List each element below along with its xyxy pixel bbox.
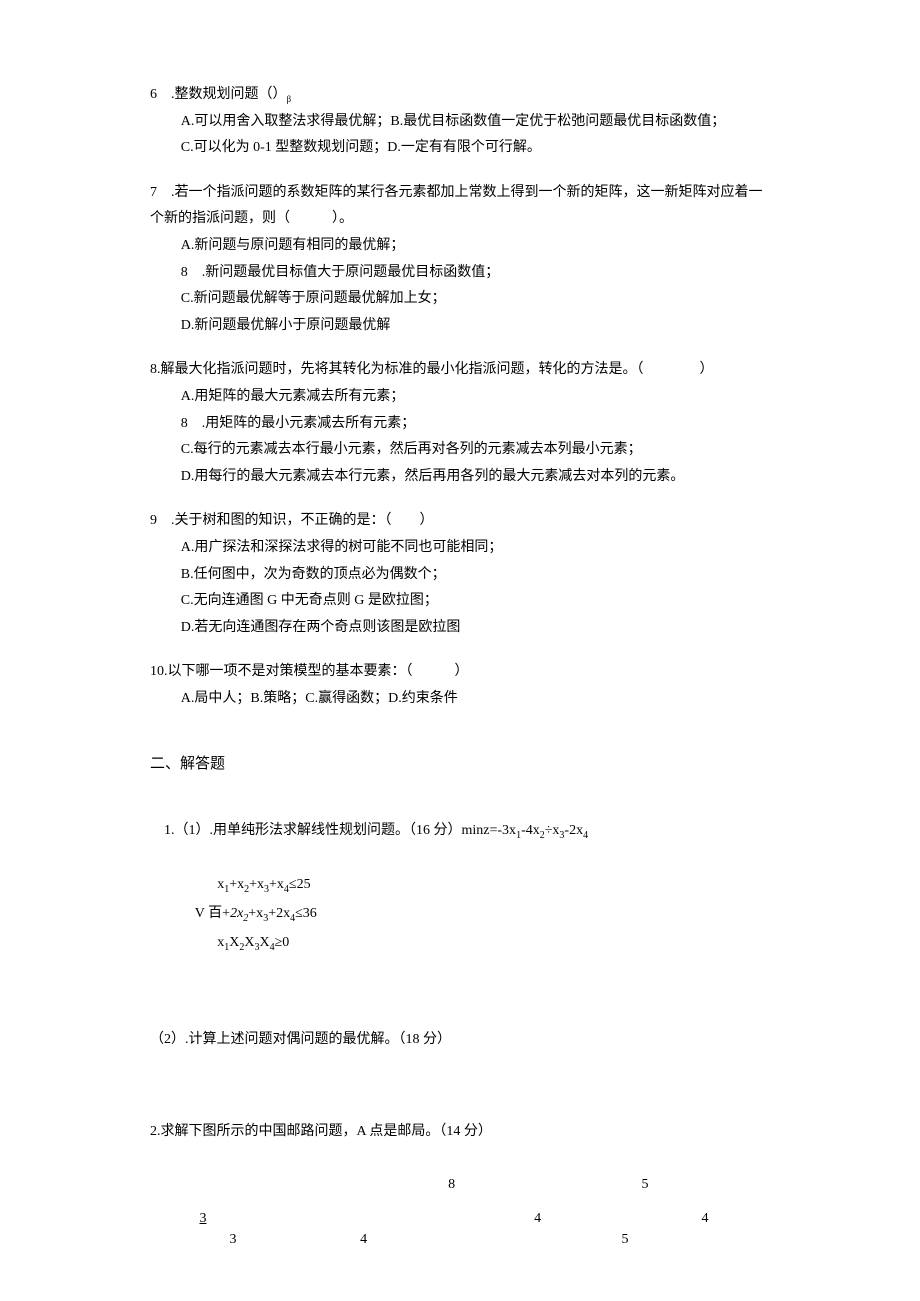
q8-opt-b: 8 .用矩阵的最小元素减去所有元素；: [150, 411, 770, 438]
c2b: 2: [230, 906, 237, 921]
c3c: X: [259, 935, 269, 950]
p1-m2: ÷x: [545, 823, 560, 838]
problem-1-1: 1.（1）.用单纯形法求解线性规划问题。（16 分）minz=-3x1-4x2÷…: [150, 791, 770, 957]
q8-opt-d: D.用每行的最大元素减去本行元素，然后再用各列的最大元素减去对本列的元素。: [150, 464, 770, 491]
c1b: +x: [229, 877, 244, 892]
c1c: +x: [249, 877, 264, 892]
g-r1-3: 5: [630, 1172, 660, 1199]
problem-1-2: （2）.计算上述问题对偶问题的最优解。（18 分）: [150, 1027, 770, 1054]
p1-constraint-1: x1+x2+x3+x4≤25: [150, 871, 770, 900]
q6-opt-a: A.可以用舍入取整法求得最优解；B.最优目标函数值一定优于松弛问题最优目标函数值…: [150, 109, 770, 136]
q9-opt-b: B.任何图中，次为奇数的顶点必为偶数个；: [150, 562, 770, 589]
c1e: ≤25: [289, 877, 311, 892]
c2a: V 百+: [195, 906, 230, 921]
p1-constraint-3: x1X2X3X4≥0: [150, 929, 770, 958]
p1-pre: 1.（1）.用单纯形法求解线性规划问题。（16 分）minz=-3x: [164, 823, 516, 838]
graph-row-1: 8 5: [150, 1172, 770, 1199]
p1-m3: -2x: [564, 823, 583, 838]
q10-stem: 10.以下哪一项不是对策模型的基本要素：（ ）: [150, 659, 770, 686]
q7-opt-b: 8 .新问题最优目标值大于原问题最优目标函数值；: [150, 260, 770, 287]
q9-opt-d: D.若无向连通图存在两个奇点则该图是欧拉图: [150, 615, 770, 642]
c3b: X: [244, 935, 254, 950]
q7-opt-d: D.新问题最优解小于原问题最优解: [150, 313, 770, 340]
p1-stem: 1.（1）.用单纯形法求解线性规划问题。（16 分）minz=-3x1-4x2÷…: [150, 791, 770, 871]
spacer: [150, 975, 770, 1027]
g-r2-0: 3: [188, 1206, 218, 1233]
q7-opt-a: A.新问题与原问题有相同的最优解；: [150, 233, 770, 260]
g-r2-2: 4: [523, 1206, 553, 1233]
g-r3-3: 5: [610, 1227, 640, 1254]
p1-constraint-2: V 百+2x2+x3+2x4≤36: [150, 900, 770, 929]
q6-stem: 6 .整数规划问题（）β: [150, 82, 770, 109]
c3a: X: [229, 935, 239, 950]
problem-2: 2.求解下图所示的中国邮路问题，A 点是邮局。（14 分）: [150, 1119, 770, 1146]
g-r3-1: 4: [349, 1227, 379, 1254]
question-9: 9 .关于树和图的知识，不正确的是：（ ） A.用广探法和深探法求得的树可能不同…: [150, 508, 770, 641]
graph-row-3: 3 4 5: [150, 1227, 770, 1254]
p1-s4: 4: [583, 829, 588, 840]
q6-opt-c: C.可以化为 0-1 型整数规划问题；D.一定有有限个可行解。: [150, 135, 770, 162]
graph-area: 8 5 3 4 4 3 4 5: [150, 1172, 770, 1232]
q7-stem: 7 .若一个指派问题的系数矩阵的某行各元素都加上常数上得到一个新的矩阵，这一新矩…: [150, 180, 770, 233]
c2e: +2x: [268, 906, 290, 921]
q6-stem-text: 6 .整数规划问题（）: [150, 87, 287, 102]
q9-opt-a: A.用广探法和深探法求得的树可能不同也可能相同；: [150, 535, 770, 562]
q8-stem: 8.解最大化指派问题时，先将其转化为标准的最小化指派问题，转化的方法是。（ ）: [150, 357, 770, 384]
c3d: ≥0: [275, 935, 290, 950]
g-r2-3: 4: [690, 1206, 720, 1233]
p1-m1: -4x: [521, 823, 540, 838]
section-2-title: 二、解答题: [150, 750, 770, 779]
q10-opt-a: A.局中人；B.策略；C.赢得函数；D.约束条件: [150, 686, 770, 713]
g-r1-1: 8: [437, 1172, 467, 1199]
q8-opt-a: A.用矩阵的最大元素减去所有元素；: [150, 384, 770, 411]
q7-opt-c: C.新问题最优解等于原问题最优解加上女；: [150, 286, 770, 313]
c1d: +x: [269, 877, 284, 892]
q8-opt-c: C.每行的元素减去本行最小元素，然后再对各列的元素减去本列最小元素；: [150, 437, 770, 464]
question-8: 8.解最大化指派问题时，先将其转化为标准的最小化指派问题，转化的方法是。（ ） …: [150, 357, 770, 490]
spacer: [150, 1054, 770, 1119]
g-r3-0: 3: [218, 1227, 248, 1254]
question-10: 10.以下哪一项不是对策模型的基本要素：（ ） A.局中人；B.策略；C.赢得函…: [150, 659, 770, 712]
q9-stem: 9 .关于树和图的知识，不正确的是：（ ）: [150, 508, 770, 535]
q9-opt-c: C.无向连通图 G 中无奇点则 G 是欧拉图；: [150, 588, 770, 615]
c2f: ≤36: [295, 906, 317, 921]
q6-sub: β: [287, 94, 292, 104]
c2d: +x: [248, 906, 263, 921]
question-6: 6 .整数规划问题（）β A.可以用舍入取整法求得最优解；B.最优目标函数值一定…: [150, 82, 770, 162]
question-7: 7 .若一个指派问题的系数矩阵的某行各元素都加上常数上得到一个新的矩阵，这一新矩…: [150, 180, 770, 340]
